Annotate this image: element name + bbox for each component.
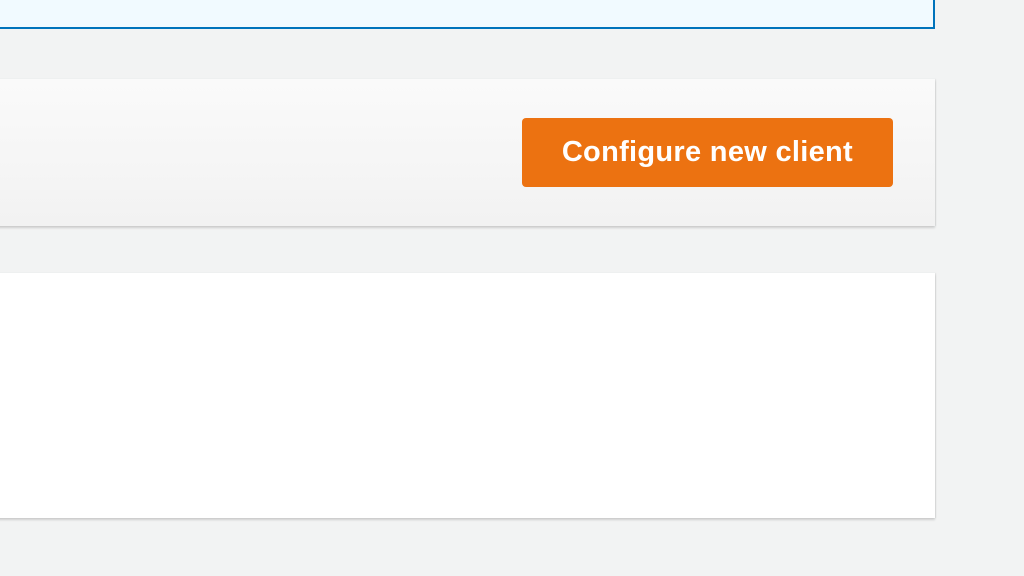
configure-new-client-button[interactable]: Configure new client — [522, 118, 893, 187]
info-alert-panel — [0, 0, 935, 29]
action-bar: Configure new client — [0, 79, 935, 226]
content-panel — [0, 273, 935, 518]
